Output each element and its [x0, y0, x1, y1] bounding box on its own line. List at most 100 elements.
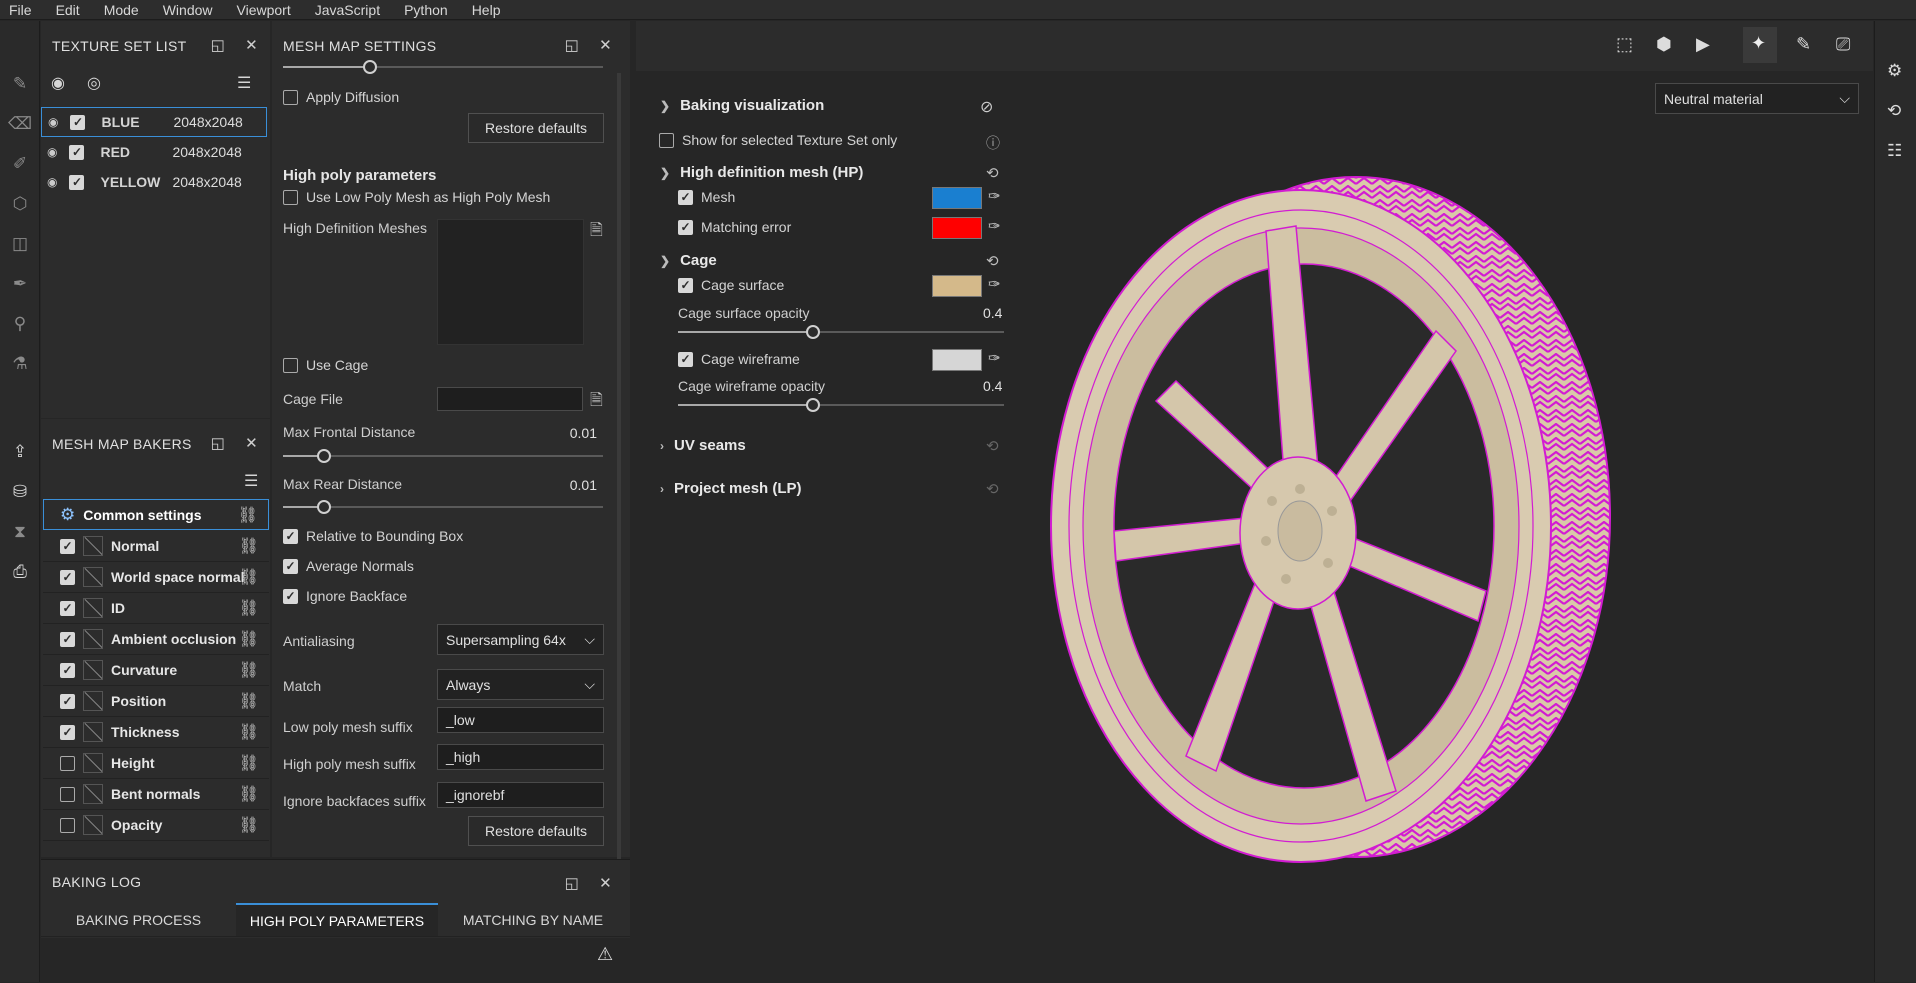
- max-rear-slider[interactable]: [283, 500, 603, 514]
- cage-header[interactable]: ❯ Cage: [660, 252, 717, 269]
- material-dropdown[interactable]: Neutral material ⌵: [1655, 83, 1859, 114]
- clone-stamp-icon[interactable]: ⚲: [9, 313, 31, 335]
- screenshot-icon[interactable]: ⎚: [1836, 34, 1850, 55]
- checkbox[interactable]: ✓: [70, 114, 86, 130]
- restore-defaults-button[interactable]: Restore defaults: [468, 113, 604, 143]
- ignore-backface-checkbox[interactable]: ✓ Ignore Backface: [283, 588, 407, 604]
- eyedropper-icon[interactable]: ✑: [988, 187, 1001, 205]
- menu-python[interactable]: Python: [404, 2, 448, 18]
- paint-brush-icon[interactable]: ✎: [9, 73, 31, 95]
- baker-row-normal[interactable]: ✓ Normal ⛓: [43, 531, 269, 562]
- list-options-icon[interactable]: ☰: [244, 471, 258, 491]
- list-options-icon[interactable]: ☰: [237, 73, 251, 93]
- baker-checkbox[interactable]: ✓: [60, 569, 75, 585]
- reset-icon[interactable]: ⟲: [986, 252, 999, 270]
- apply-diffusion-checkbox[interactable]: Apply Diffusion: [283, 89, 399, 105]
- ignore-suffix-field[interactable]: _ignorebf: [437, 782, 604, 808]
- baker-checkbox[interactable]: ✓: [60, 693, 75, 709]
- polygon-fill-icon[interactable]: ◫: [9, 233, 31, 255]
- max-frontal-slider[interactable]: [283, 449, 603, 463]
- smudge-icon[interactable]: ✒: [9, 273, 31, 295]
- link-icon[interactable]: ⛓: [239, 815, 259, 835]
- eyedropper-icon[interactable]: ✑: [988, 217, 1001, 235]
- cage-surface-opacity-slider[interactable]: [678, 325, 1004, 339]
- undock-icon[interactable]: ◱: [211, 36, 225, 54]
- menu-mode[interactable]: Mode: [104, 2, 139, 18]
- warning-icon[interactable]: ⚠: [597, 944, 613, 965]
- slider[interactable]: [283, 60, 603, 74]
- document-icon[interactable]: ⎙: [9, 561, 31, 583]
- eye-hidden-icon[interactable]: ⊘: [980, 97, 993, 117]
- cage-surface-color-swatch[interactable]: [932, 275, 982, 297]
- undock-icon[interactable]: ◱: [565, 874, 579, 892]
- relative-bbox-checkbox[interactable]: ✓ Relative to Bounding Box: [283, 528, 463, 544]
- file-icon[interactable]: 🗎: [590, 389, 603, 416]
- restore-defaults-button[interactable]: Restore defaults: [468, 816, 604, 846]
- link-icon[interactable]: ⛓: [239, 753, 259, 773]
- texture-set-row[interactable]: ◉ ✓ YELLOW 2048x2048: [41, 167, 267, 197]
- close-icon[interactable]: ✕: [245, 434, 258, 452]
- reset-icon[interactable]: ⟲: [986, 164, 999, 182]
- use-cage-checkbox[interactable]: Use Cage: [283, 357, 368, 373]
- baker-checkbox[interactable]: [60, 755, 75, 771]
- match-dropdown[interactable]: Always ⌵: [437, 669, 604, 700]
- baker-row-world-space-normal[interactable]: ✓ World space normal ⛓: [43, 562, 269, 593]
- use-low-poly-checkbox[interactable]: Use Low Poly Mesh as High Poly Mesh: [283, 189, 550, 205]
- link-icon[interactable]: ⛓: [239, 536, 259, 556]
- menu-window[interactable]: Window: [163, 2, 213, 18]
- eraser-icon[interactable]: ⌫: [8, 113, 32, 135]
- link-icon[interactable]: ⛓: [239, 660, 259, 680]
- tab-matching-by-name[interactable]: MATCHING BY NAME: [438, 903, 628, 936]
- eye-icon[interactable]: ◉: [48, 115, 58, 129]
- log-icon[interactable]: ☷: [1887, 141, 1902, 161]
- close-icon[interactable]: ✕: [245, 36, 258, 54]
- matching-error-color-swatch[interactable]: [932, 217, 982, 239]
- cube-view-icon[interactable]: ⬢: [1656, 34, 1672, 55]
- eye-icon[interactable]: ◎: [87, 73, 101, 93]
- eye-icon[interactable]: ◉: [47, 175, 57, 189]
- baker-checkbox[interactable]: [60, 817, 75, 833]
- camera-mode-icon[interactable]: ⬚: [1616, 34, 1633, 55]
- cage-wireframe-opacity-slider[interactable]: [678, 398, 1004, 412]
- cage-surface-checkbox[interactable]: ✓ Cage surface: [678, 277, 784, 293]
- file-icon[interactable]: 🗎: [590, 219, 603, 246]
- bake-icon[interactable]: ⛁: [9, 481, 31, 503]
- menu-help[interactable]: Help: [472, 2, 501, 18]
- scrollbar[interactable]: [617, 73, 621, 878]
- menu-javascript[interactable]: JavaScript: [315, 2, 380, 18]
- mesh-color-swatch[interactable]: [932, 187, 982, 209]
- display-settings-icon[interactable]: ⚙: [1887, 61, 1902, 81]
- close-icon[interactable]: ✕: [599, 36, 612, 54]
- hd-meshes-list[interactable]: [437, 219, 584, 345]
- baker-checkbox[interactable]: ✓: [60, 631, 75, 647]
- info-icon[interactable]: ⓘ: [986, 133, 1000, 153]
- baker-row-height[interactable]: Height ⛓: [43, 748, 269, 779]
- menu-viewport[interactable]: Viewport: [237, 2, 291, 18]
- video-camera-icon[interactable]: ▶: [1696, 34, 1710, 55]
- texture-set-row[interactable]: ◉ ✓ BLUE 2048x2048: [41, 107, 267, 137]
- hp-header[interactable]: ❯ High definition mesh (HP): [660, 164, 863, 181]
- eyedropper-icon[interactable]: ✑: [988, 275, 1001, 293]
- menu-edit[interactable]: Edit: [56, 2, 80, 18]
- texture-set-row[interactable]: ◉ ✓ RED 2048x2048: [41, 137, 267, 167]
- link-icon[interactable]: ⛓: [238, 505, 258, 525]
- high-suffix-field[interactable]: _high: [437, 744, 604, 770]
- reset-icon[interactable]: ⟲: [986, 480, 999, 498]
- baker-row-thickness[interactable]: ✓ Thickness ⛓: [43, 717, 269, 748]
- average-normals-checkbox[interactable]: ✓ Average Normals: [283, 558, 414, 574]
- link-icon[interactable]: ⛓: [239, 784, 259, 804]
- checkbox[interactable]: ✓: [69, 144, 85, 160]
- link-icon[interactable]: ⛓: [239, 629, 259, 649]
- matching-error-checkbox[interactable]: ✓ Matching error: [678, 219, 791, 235]
- reset-icon[interactable]: ⟲: [986, 437, 999, 455]
- tab-high-poly-parameters[interactable]: HIGH POLY PARAMETERS: [236, 903, 438, 936]
- cage-wireframe-color-swatch[interactable]: [932, 349, 982, 371]
- cage-wireframe-checkbox[interactable]: ✓ Cage wireframe: [678, 351, 800, 367]
- baker-checkbox[interactable]: ✓: [60, 724, 75, 740]
- undock-icon[interactable]: ◱: [211, 434, 225, 452]
- bake-mode-button[interactable]: ✦: [1743, 27, 1777, 63]
- baker-checkbox[interactable]: [60, 786, 75, 802]
- eyedropper-icon[interactable]: ✑: [988, 349, 1001, 367]
- show-selected-checkbox[interactable]: Show for selected Texture Set only: [659, 132, 897, 148]
- close-icon[interactable]: ✕: [599, 874, 612, 892]
